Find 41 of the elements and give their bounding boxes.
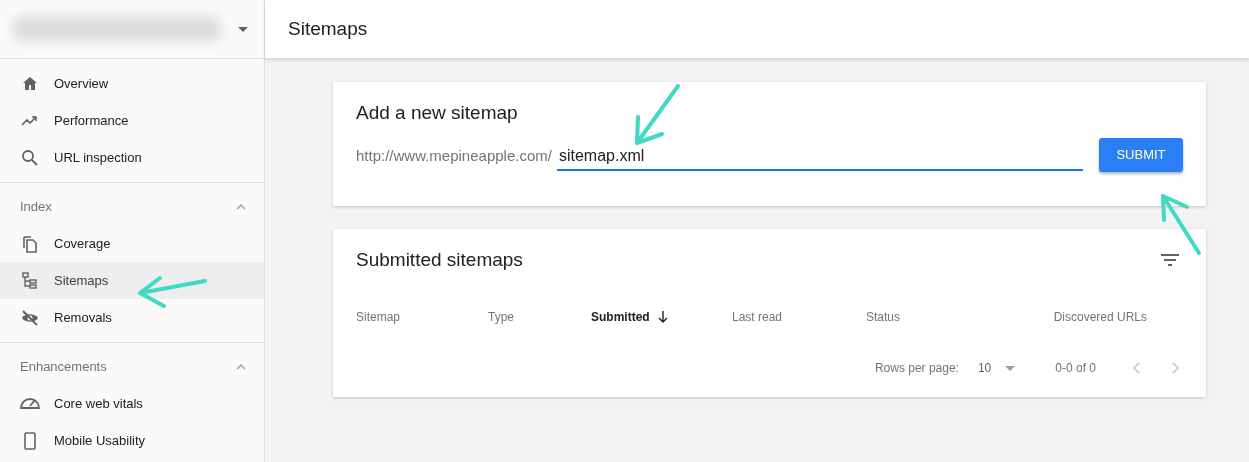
pages-icon bbox=[20, 233, 40, 254]
dropdown-caret-icon bbox=[1005, 365, 1016, 371]
sort-down-arrow-icon[interactable] bbox=[657, 311, 668, 323]
search-icon bbox=[20, 147, 40, 168]
card-title: Add a new sitemap bbox=[356, 101, 519, 125]
column-header[interactable]: Last read bbox=[732, 308, 783, 326]
sitemap-url-field[interactable]: sitemap.xml bbox=[556, 142, 1083, 171]
sidebar-item[interactable]: Performance bbox=[0, 102, 264, 139]
filter-icon[interactable] bbox=[1161, 254, 1179, 266]
crossed-eye-icon bbox=[20, 307, 40, 328]
annotation-arrow bbox=[1161, 194, 1201, 255]
annotation-arrow bbox=[138, 276, 207, 308]
annotation-arrow bbox=[635, 84, 680, 145]
sidebar-item[interactable]: Coverage bbox=[0, 225, 264, 262]
next-page-icon[interactable] bbox=[1172, 362, 1180, 374]
rows-per-page-select[interactable]: 10 bbox=[977, 359, 1016, 377]
sitemap-tree-icon bbox=[20, 270, 40, 291]
collapse-chevron-icon[interactable] bbox=[236, 204, 246, 210]
page-title: Sitemaps bbox=[288, 16, 368, 41]
section-heading[interactable]: Index bbox=[20, 197, 52, 217]
previous-page-icon[interactable] bbox=[1132, 362, 1140, 374]
sidebar-item[interactable]: Overview bbox=[0, 65, 264, 102]
card-title: Submitted sitemaps bbox=[356, 248, 523, 272]
column-header[interactable]: Type bbox=[488, 308, 514, 326]
sidebar-item[interactable]: Sitemaps bbox=[0, 262, 264, 299]
column-header[interactable]: Submitted bbox=[591, 308, 650, 326]
column-header[interactable]: Discovered URLs bbox=[1053, 308, 1147, 326]
page-range: 0-0 of 0 bbox=[1055, 360, 1096, 377]
column-header[interactable]: Status bbox=[866, 308, 901, 326]
section-heading[interactable]: Enhancements bbox=[20, 357, 107, 377]
url-prefix: http://www.mepineapple.com/ bbox=[356, 146, 552, 167]
sidebar-item[interactable]: Mobile Usability bbox=[0, 422, 264, 459]
sidebar-item[interactable]: Core web vitals bbox=[0, 385, 264, 422]
gauge-icon bbox=[20, 398, 40, 409]
collapse-chevron-icon[interactable] bbox=[236, 364, 246, 370]
column-header[interactable]: Sitemap bbox=[356, 308, 401, 326]
dropdown-caret-icon[interactable] bbox=[238, 26, 248, 32]
submit-button[interactable]: SUBMIT bbox=[1099, 138, 1183, 172]
sidebar-item[interactable]: URL inspection bbox=[0, 139, 264, 176]
rows-per-page-label: Rows per page: bbox=[874, 360, 959, 377]
sidebar-item[interactable]: Removals bbox=[0, 299, 264, 336]
